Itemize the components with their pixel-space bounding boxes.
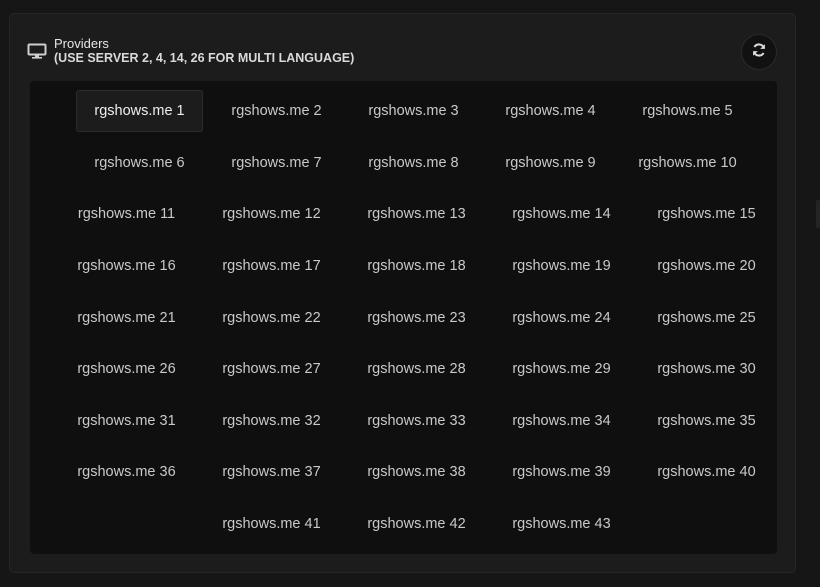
server-button-36[interactable]: rgshows.me 36 — [54, 451, 199, 493]
server-button-34[interactable]: rgshows.me 34 — [489, 400, 634, 442]
server-button-5[interactable]: rgshows.me 5 — [624, 90, 751, 132]
server-button-25[interactable]: rgshows.me 25 — [634, 297, 779, 339]
server-button-15[interactable]: rgshows.me 15 — [634, 193, 779, 235]
refresh-icon — [751, 42, 767, 63]
server-button-20[interactable]: rgshows.me 20 — [634, 245, 779, 287]
server-button-29[interactable]: rgshows.me 29 — [489, 348, 634, 390]
server-button-32[interactable]: rgshows.me 32 — [199, 400, 344, 442]
server-button-6[interactable]: rgshows.me 6 — [76, 142, 203, 184]
server-button-1[interactable]: rgshows.me 1 — [76, 90, 203, 132]
server-button-27[interactable]: rgshows.me 27 — [199, 348, 344, 390]
server-button-2[interactable]: rgshows.me 2 — [213, 90, 340, 132]
refresh-button[interactable] — [741, 34, 777, 70]
providers-panel: Providers (USE SERVER 2, 4, 14, 26 FOR M… — [9, 13, 796, 573]
server-button-23[interactable]: rgshows.me 23 — [344, 297, 489, 339]
panel-header: Providers (USE SERVER 2, 4, 14, 26 FOR M… — [10, 14, 795, 80]
header-text: Providers (USE SERVER 2, 4, 14, 26 FOR M… — [54, 36, 354, 66]
server-button-22[interactable]: rgshows.me 22 — [199, 297, 344, 339]
server-button-11[interactable]: rgshows.me 11 — [54, 193, 199, 235]
server-button-39[interactable]: rgshows.me 39 — [489, 451, 634, 493]
server-button-41[interactable]: rgshows.me 41 — [199, 503, 344, 545]
server-button-4[interactable]: rgshows.me 4 — [487, 90, 614, 132]
server-grid: rgshows.me 1 rgshows.me 2 rgshows.me 3 rgsh… — [30, 81, 777, 554]
panel-subtitle: (USE SERVER 2, 4, 14, 26 FOR MULTI LANGU… — [54, 51, 355, 65]
server-button-7[interactable]: rgshows.me 7 — [213, 142, 340, 184]
server-button-10[interactable]: rgshows.me 10 — [624, 142, 751, 184]
server-button-37[interactable]: rgshows.me 37 — [199, 451, 344, 493]
server-button-18[interactable]: rgshows.me 18 — [344, 245, 489, 287]
server-button-17[interactable]: rgshows.me 17 — [199, 245, 344, 287]
server-button-12[interactable]: rgshows.me 12 — [199, 193, 344, 235]
server-button-43[interactable]: rgshows.me 43 — [489, 503, 634, 545]
server-button-33[interactable]: rgshows.me 33 — [344, 400, 489, 442]
scroll-edge — [816, 200, 820, 228]
server-button-13[interactable]: rgshows.me 13 — [344, 193, 489, 235]
server-button-30[interactable]: rgshows.me 30 — [634, 348, 779, 390]
page: Providers (USE SERVER 2, 4, 14, 26 FOR M… — [0, 0, 820, 587]
server-button-42[interactable]: rgshows.me 42 — [344, 503, 489, 545]
server-button-8[interactable]: rgshows.me 8 — [350, 142, 477, 184]
server-button-38[interactable]: rgshows.me 38 — [344, 451, 489, 493]
server-button-31[interactable]: rgshows.me 31 — [54, 400, 199, 442]
server-button-24[interactable]: rgshows.me 24 — [489, 297, 634, 339]
server-button-9[interactable]: rgshows.me 9 — [487, 142, 614, 184]
server-button-3[interactable]: rgshows.me 3 — [350, 90, 477, 132]
server-button-21[interactable]: rgshows.me 21 — [54, 297, 199, 339]
server-button-40[interactable]: rgshows.me 40 — [634, 451, 779, 493]
server-button-19[interactable]: rgshows.me 19 — [489, 245, 634, 287]
server-button-14[interactable]: rgshows.me 14 — [489, 193, 634, 235]
monitor-icon — [27, 43, 47, 59]
panel-title: Providers — [54, 36, 109, 51]
server-button-16[interactable]: rgshows.me 16 — [54, 245, 199, 287]
server-button-26[interactable]: rgshows.me 26 — [54, 348, 199, 390]
server-button-28[interactable]: rgshows.me 28 — [344, 348, 489, 390]
server-button-35[interactable]: rgshows.me 35 — [634, 400, 779, 442]
